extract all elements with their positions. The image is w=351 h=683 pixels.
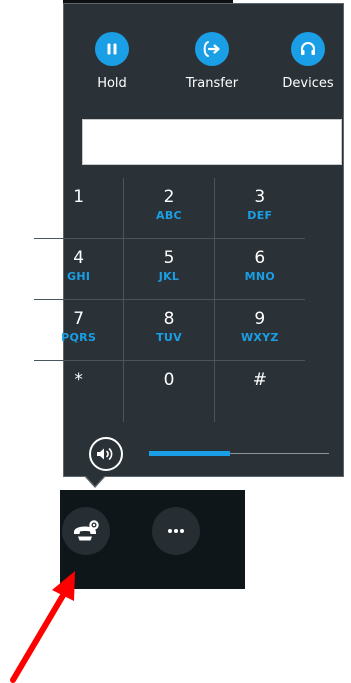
- transfer-button[interactable]: Transfer: [172, 32, 252, 91]
- volume-slider-fill: [149, 451, 230, 456]
- phone-settings-icon: [74, 520, 99, 541]
- dial-key-6[interactable]: 6 MNO: [214, 239, 305, 300]
- dial-key-3[interactable]: 3 DEF: [214, 178, 305, 239]
- dial-key-5[interactable]: 5 JKL: [124, 239, 215, 300]
- key-letters: TUV: [156, 331, 182, 344]
- key-digit: 0: [163, 370, 175, 390]
- key-digit: #: [252, 370, 267, 390]
- key-letters: WXYZ: [240, 331, 279, 344]
- volume-control: [64, 436, 343, 476]
- devices-label: Devices: [282, 76, 334, 91]
- volume-slider-track[interactable]: [149, 451, 329, 456]
- key-letters: ABC: [156, 209, 182, 222]
- more-options-button[interactable]: [152, 507, 200, 555]
- key-digit: 1: [73, 187, 85, 207]
- key-letters: DEF: [247, 209, 273, 222]
- key-digit: 5: [163, 248, 175, 268]
- key-digit: 8: [163, 309, 175, 329]
- key-digit: 2: [163, 187, 175, 207]
- popup-pointer: [84, 475, 106, 488]
- key-digit: 6: [254, 248, 266, 268]
- call-controls-button[interactable]: [62, 507, 110, 555]
- dial-key-1[interactable]: 1: [34, 178, 125, 239]
- key-digit: 7: [73, 309, 85, 329]
- key-digit: *: [74, 370, 83, 390]
- speaker-icon: [97, 448, 113, 460]
- dial-number-field[interactable]: [82, 119, 342, 165]
- more-options-icon: [168, 529, 184, 533]
- call-dock-bar: [60, 490, 245, 589]
- headset-icon: [291, 32, 325, 66]
- dial-key-7[interactable]: 7 PQRS: [34, 300, 125, 361]
- dial-key-hash[interactable]: #: [215, 361, 305, 422]
- key-letters: JKL: [158, 270, 180, 283]
- hold-button[interactable]: Hold: [72, 32, 152, 91]
- dial-key-star[interactable]: *: [34, 361, 125, 422]
- speaker-mute-button[interactable]: [89, 437, 123, 471]
- key-digit: 9: [254, 309, 266, 329]
- dial-pad: 1 2 ABC 3 DEF 4 GHI 5 JKL 6 MNO 7 PQRS 8: [34, 178, 305, 422]
- transfer-label: Transfer: [185, 76, 239, 91]
- dial-key-4[interactable]: 4 GHI: [34, 239, 125, 300]
- call-controls-screen: Hold Transfer Devices 1 2 ABC 3 DEF 4 GH…: [0, 0, 351, 683]
- key-letters: MNO: [244, 270, 276, 283]
- key-letters: PQRS: [61, 331, 97, 344]
- key-digit: 4: [73, 248, 85, 268]
- key-letters: GHI: [67, 270, 91, 283]
- dial-key-8[interactable]: 8 TUV: [124, 300, 215, 361]
- devices-button[interactable]: Devices: [268, 32, 348, 91]
- key-digit: 3: [254, 187, 266, 207]
- dial-key-9[interactable]: 9 WXYZ: [214, 300, 305, 361]
- hold-label: Hold: [97, 76, 127, 91]
- dial-key-0[interactable]: 0: [124, 361, 215, 422]
- call-actions: Hold Transfer Devices: [64, 32, 343, 102]
- transfer-icon: [195, 32, 229, 66]
- pause-icon: [95, 32, 129, 66]
- dial-key-2[interactable]: 2 ABC: [124, 178, 215, 239]
